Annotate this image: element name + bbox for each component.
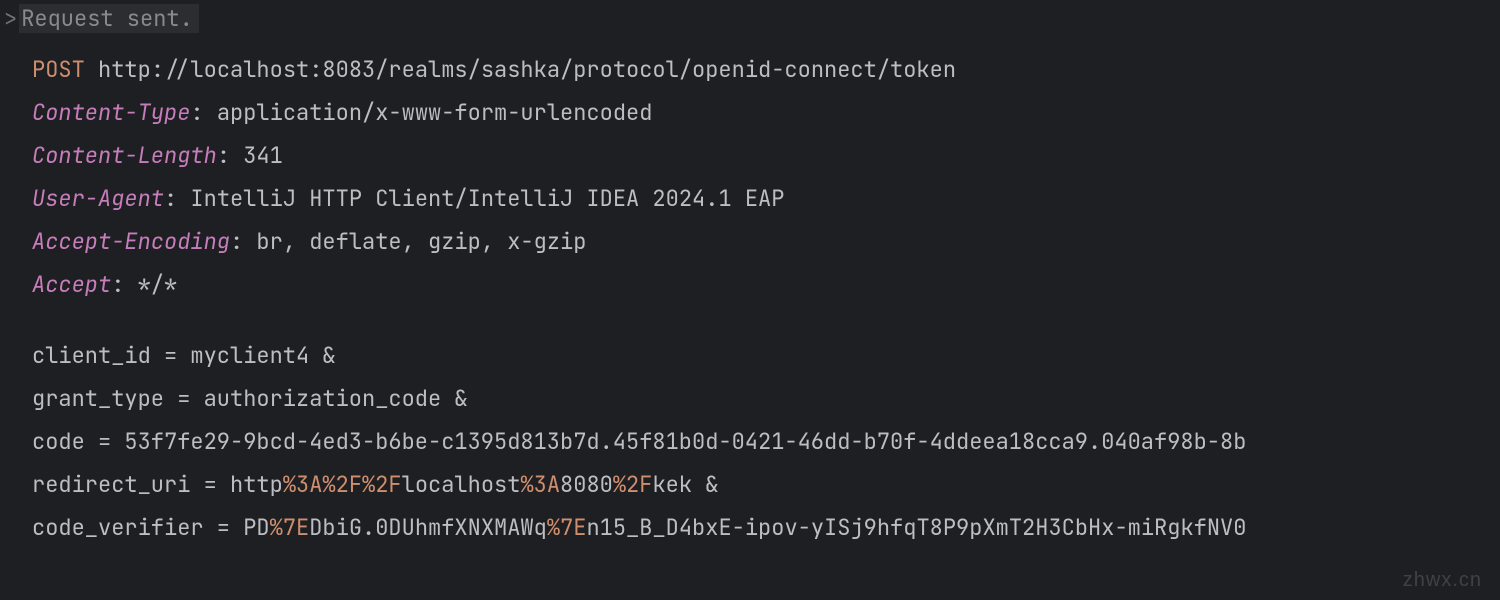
body-text: client_id = myclient4 & bbox=[32, 341, 336, 370]
body-param-line: redirect_uri = http%3A%2F%2Flocalhost%3A… bbox=[32, 470, 1500, 499]
watermark: zhwx.cn bbox=[1403, 569, 1482, 592]
header-name: Accept-Encoding bbox=[32, 227, 230, 256]
body-text: localhost bbox=[402, 470, 521, 499]
body-text: 8080 bbox=[560, 470, 613, 499]
body-text: code_verifier = PD bbox=[32, 513, 270, 542]
http-client-console: > Request sent. POST http://localhost:80… bbox=[0, 0, 1500, 542]
header-line: User-Agent: IntelliJ HTTP Client/Intelli… bbox=[32, 184, 1500, 213]
header-colon: : bbox=[230, 227, 256, 256]
status-text: Request sent. bbox=[19, 4, 199, 33]
body-text: n15_B_D4bxE-ipov-yISj9hfqT8P9pXmT2H3CbHx… bbox=[586, 513, 1246, 542]
url-escape: %7E bbox=[547, 513, 587, 542]
body-param-line: code = 53f7fe29-9bcd-4ed3-b6be-c1395d813… bbox=[32, 427, 1500, 456]
header-colon: : bbox=[164, 184, 190, 213]
header-colon: : bbox=[190, 98, 216, 127]
body-text: kek & bbox=[652, 470, 718, 499]
blank-line bbox=[32, 313, 1500, 327]
header-name: Accept bbox=[32, 270, 111, 299]
status-row: > Request sent. bbox=[0, 0, 1500, 37]
header-line: Content-Length: 341 bbox=[32, 141, 1500, 170]
expand-chevron-icon[interactable]: > bbox=[4, 4, 17, 33]
request-dump: POST http://localhost:8083/realms/sashka… bbox=[0, 37, 1500, 542]
body-param-line: client_id = myclient4 & bbox=[32, 341, 1500, 370]
body-text: DbiG.0DUhmfXNXMAWq bbox=[309, 513, 547, 542]
header-name: Content-Length bbox=[32, 141, 217, 170]
body-text: code = 53f7fe29-9bcd-4ed3-b6be-c1395d813… bbox=[32, 427, 1246, 456]
header-line: Content-Type: application/x-www-form-url… bbox=[32, 98, 1500, 127]
request-url: http://localhost:8083/realms/sashka/prot… bbox=[98, 55, 956, 84]
header-colon: : bbox=[217, 141, 243, 170]
url-escape: %2F bbox=[613, 470, 653, 499]
body-param-line: grant_type = authorization_code & bbox=[32, 384, 1500, 413]
header-colon: : bbox=[111, 270, 137, 299]
url-escape: %3A%2F%2F bbox=[283, 470, 402, 499]
header-line: Accept-Encoding: br, deflate, gzip, x-gz… bbox=[32, 227, 1500, 256]
header-value: */* bbox=[138, 270, 178, 299]
header-line: Accept: */* bbox=[32, 270, 1500, 299]
header-name: Content-Type bbox=[32, 98, 190, 127]
header-value: application/x-www-form-urlencoded bbox=[217, 98, 653, 127]
request-line: POST http://localhost:8083/realms/sashka… bbox=[32, 55, 1500, 84]
header-value: 341 bbox=[243, 141, 283, 170]
header-name: User-Agent bbox=[32, 184, 164, 213]
body-text: redirect_uri = http bbox=[32, 470, 283, 499]
url-escape: %3A bbox=[520, 470, 560, 499]
http-method: POST bbox=[32, 55, 85, 84]
header-value: br, deflate, gzip, x-gzip bbox=[256, 227, 586, 256]
body-text: grant_type = authorization_code & bbox=[32, 384, 468, 413]
body-param-line: code_verifier = PD%7EDbiG.0DUhmfXNXMAWq%… bbox=[32, 513, 1500, 542]
header-value: IntelliJ HTTP Client/IntelliJ IDEA 2024.… bbox=[190, 184, 784, 213]
url-escape: %7E bbox=[270, 513, 310, 542]
